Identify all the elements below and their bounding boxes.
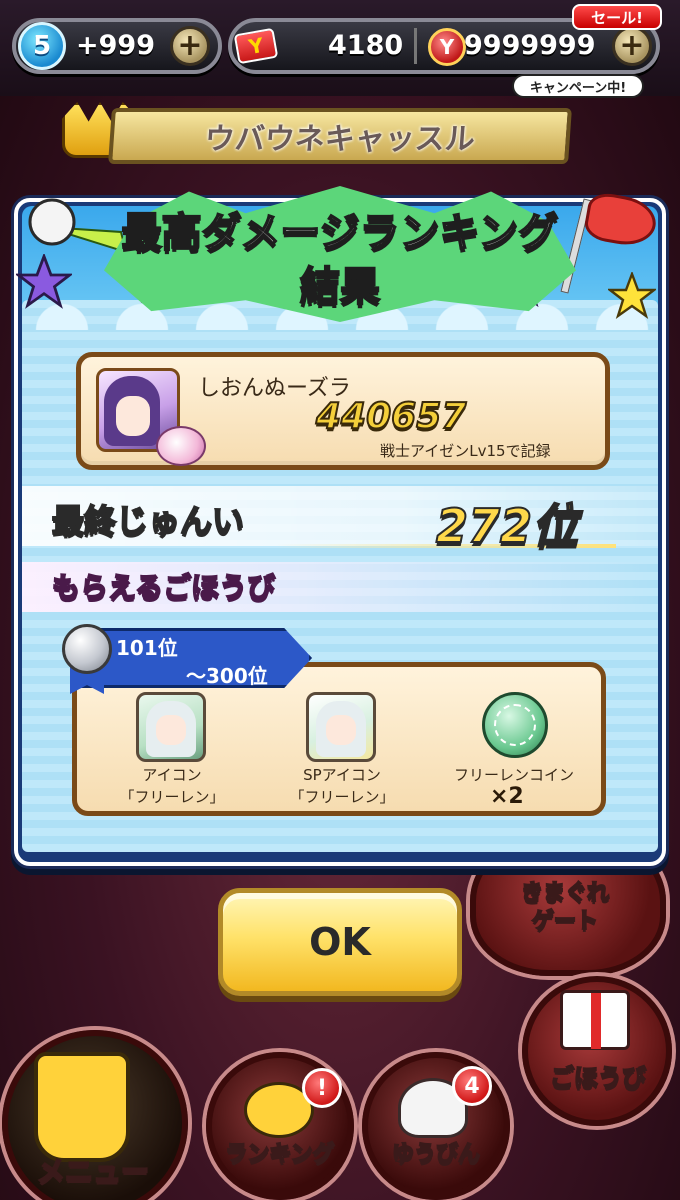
reward-button-label: ごほうび	[549, 1063, 647, 1093]
stamina-value: +999	[76, 30, 155, 61]
frieren-icon	[136, 692, 206, 762]
purple-star-icon	[16, 254, 72, 309]
final-rank-value: 272位	[435, 498, 579, 554]
pet-icon	[156, 426, 206, 466]
reward-name-coin: フリーレンコイン	[444, 764, 584, 786]
rewards-label: もらえるごほうび	[51, 570, 276, 605]
elf-face	[326, 715, 356, 745]
menu-label: メニュー	[36, 1154, 150, 1189]
add-money-button[interactable]: +	[612, 26, 652, 66]
money-count: 9999999	[464, 30, 596, 61]
hud-divider	[414, 28, 417, 64]
ok-button[interactable]: OK	[218, 888, 462, 996]
ticket-count: 4180	[328, 30, 404, 61]
coin-emblem	[494, 704, 536, 746]
yellow-star-icon	[608, 272, 656, 320]
player-score: 440657	[315, 395, 467, 438]
mail-label: ゆうびん	[391, 1141, 481, 1168]
frieren-sp-icon	[306, 692, 376, 762]
final-rank-label: 最終じゅんい	[51, 501, 245, 541]
ymoney-icon: Y	[428, 28, 466, 66]
ok-label: OK	[309, 920, 371, 964]
tier-range-start: 101位	[116, 636, 178, 660]
avatar-face	[116, 396, 150, 436]
reward-name-sp-icon: SPアイコン 「フリーレン」	[282, 764, 402, 808]
menu-mascot-icon	[34, 1052, 130, 1162]
campaign-badge: キャンペーン中!	[512, 74, 644, 98]
silver-medal-icon	[62, 624, 112, 674]
ranking-notification-badge: !	[302, 1068, 342, 1108]
gift-icon	[560, 990, 630, 1050]
reward-line1: SPアイコン	[303, 766, 381, 784]
mail-notification-badge: 4	[452, 1066, 492, 1106]
dialog-subtitle: 結果	[299, 263, 381, 311]
add-stamina-button[interactable]: +	[170, 26, 210, 66]
sale-label: セール!	[591, 8, 643, 27]
ranking-label: ランキング	[224, 1141, 335, 1168]
reward-name-icon: アイコン 「フリーレン」	[112, 764, 232, 808]
stamina-level-badge: 5	[18, 22, 66, 70]
reward-line2: 「フリーレン」	[119, 788, 225, 806]
castle-name: ウバウネキャッスル	[203, 122, 476, 157]
elf-face	[156, 715, 186, 745]
dialog-title: 最高ダメージランキング	[121, 209, 560, 257]
coin-quantity: ×2	[490, 784, 524, 809]
reward-line2: 「フリーレン」	[289, 788, 395, 806]
sale-badge[interactable]: セール!	[572, 4, 662, 30]
reward-line1: アイコン	[142, 766, 202, 784]
reward-line1: フリーレンコイン	[453, 766, 574, 784]
tier-range-end: ～300位	[186, 664, 268, 688]
castle-banner: ウバウネキャッスル	[108, 108, 572, 164]
player-record-note: 戦士アイゼンLv15で記録	[380, 442, 551, 460]
gate-label: きまぐれ ゲート	[520, 880, 610, 935]
